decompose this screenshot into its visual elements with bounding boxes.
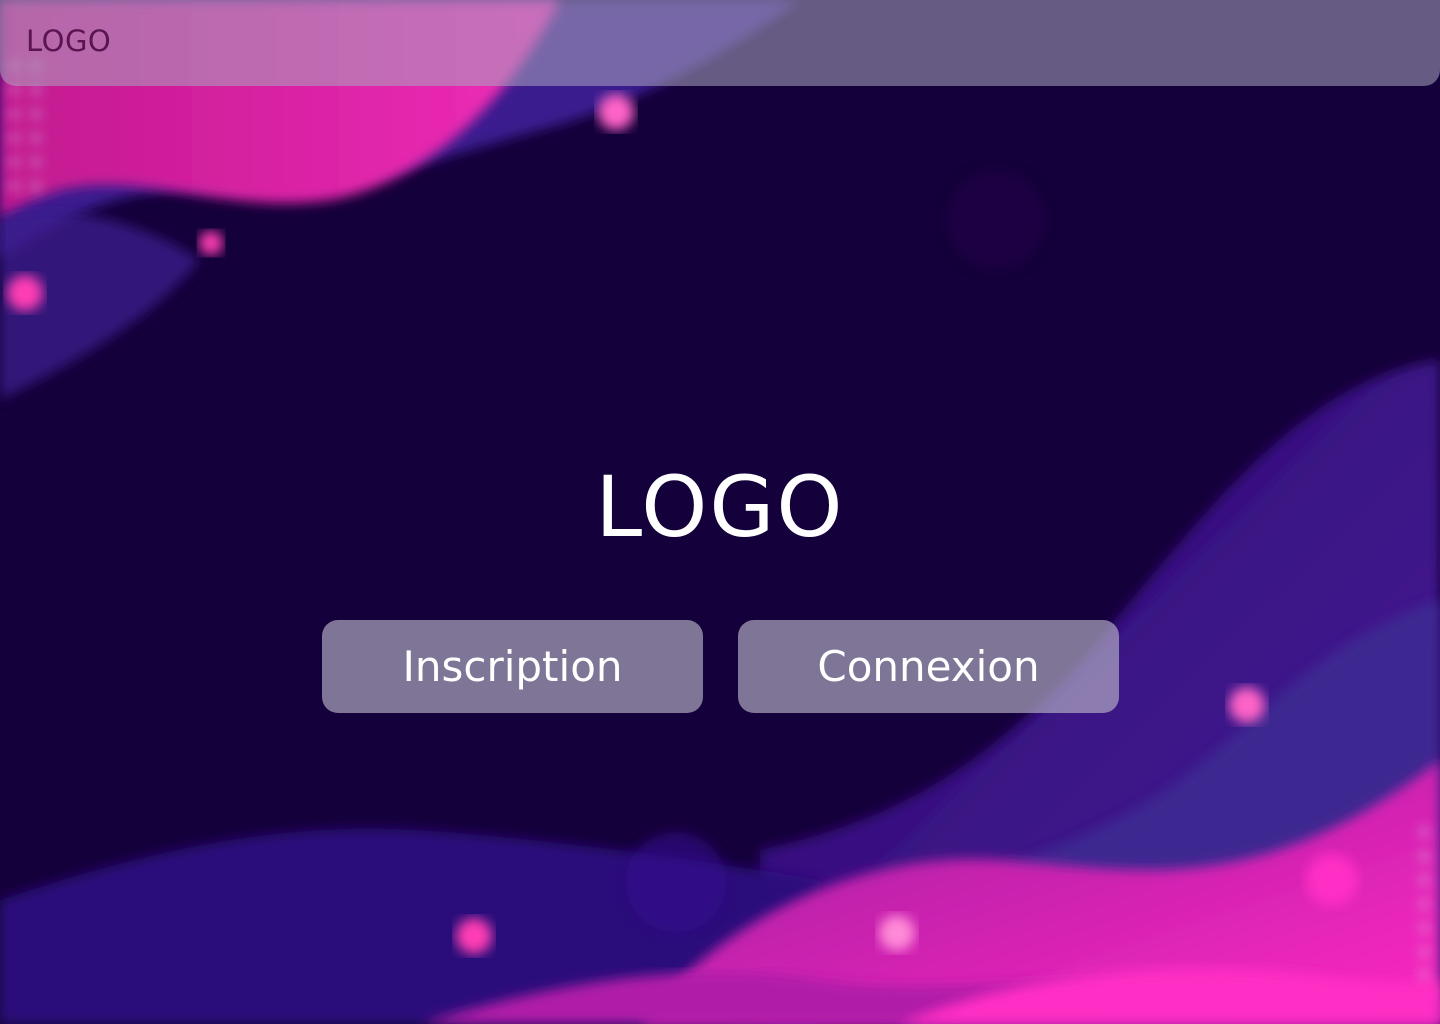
login-button[interactable]: Connexion	[738, 620, 1119, 713]
hero-logo: LOGO	[595, 458, 845, 556]
signup-button[interactable]: Inscription	[322, 620, 703, 713]
top-bar: LOGO	[0, 0, 1440, 86]
header-logo[interactable]: LOGO	[26, 24, 111, 58]
